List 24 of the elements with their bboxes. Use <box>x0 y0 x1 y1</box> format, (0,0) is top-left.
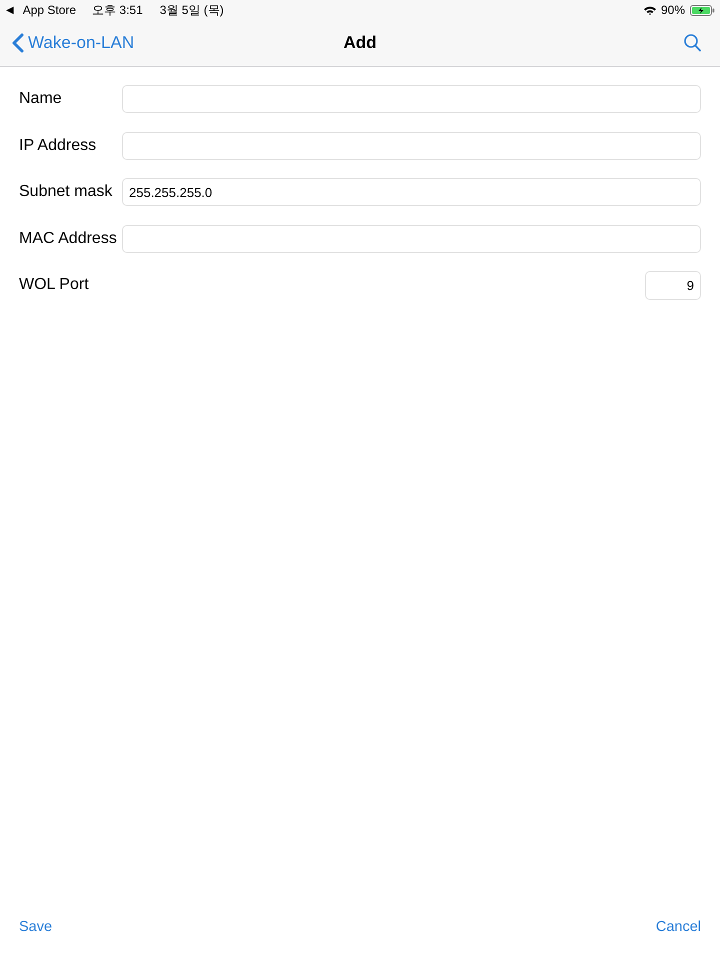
search-icon <box>684 34 701 52</box>
page-title: Add <box>343 33 377 53</box>
wifi-icon <box>644 6 656 14</box>
save-button[interactable]: Save <box>19 919 52 935</box>
back-to-app-arrow[interactable]: ◀ <box>6 4 14 16</box>
battery-charging-icon <box>690 4 715 16</box>
search-button[interactable] <box>684 34 701 52</box>
text-field[interactable]: 255.255.255.0 <box>122 178 701 206</box>
status-time: 오후 3:51 <box>92 2 143 18</box>
field-label: IP Address <box>19 136 98 154</box>
cancel-button[interactable]: Cancel <box>656 919 701 935</box>
chevron-left-icon <box>12 33 24 53</box>
status-date: 3월 5일 (목) <box>160 2 224 18</box>
field-label: Subnet mask <box>19 183 114 201</box>
back-to-app-link[interactable]: App Store <box>22 3 76 17</box>
field-label: Name <box>19 90 63 108</box>
battery-percent: 90% <box>660 3 685 17</box>
text-field[interactable] <box>122 224 701 252</box>
back-button[interactable]: Wake-on-LAN <box>12 33 134 53</box>
field-label: MAC Address <box>19 230 118 248</box>
field-label: WOL Port <box>19 276 90 294</box>
text-field[interactable] <box>122 132 701 160</box>
text-field[interactable] <box>122 85 701 113</box>
number-field[interactable]: 9 <box>645 270 701 300</box>
